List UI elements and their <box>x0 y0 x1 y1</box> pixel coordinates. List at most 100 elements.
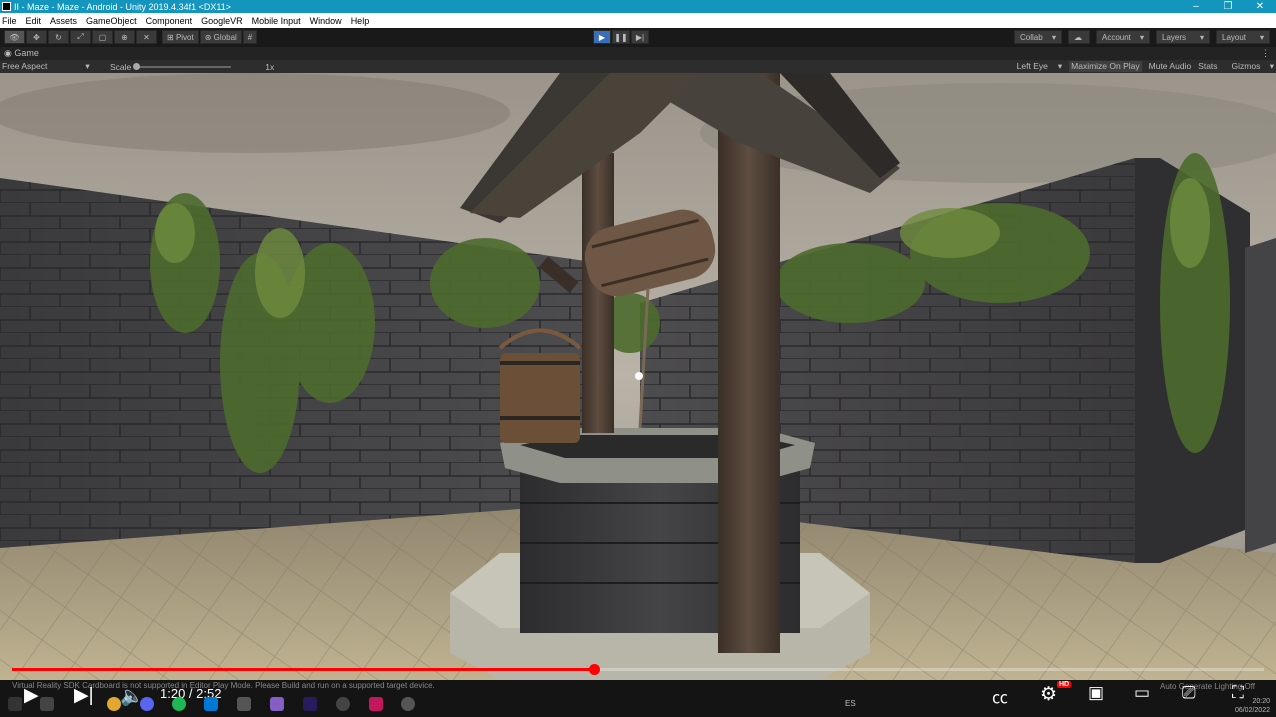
tab-menu-icon[interactable]: ⋮ <box>1261 48 1270 59</box>
tab-game[interactable]: ◉ Game <box>0 48 45 59</box>
scale-value: 1x <box>265 61 275 72</box>
menu-bar: File Edit Assets GameObject Component Go… <box>0 13 1276 28</box>
globe-icon: ⊛ <box>204 32 214 42</box>
scale-slider[interactable]: Scale 1x <box>110 62 274 72</box>
menu-gameobject[interactable]: GameObject <box>86 16 137 26</box>
eye-dropdown[interactable]: Left Eye ▾ <box>1010 61 1062 72</box>
layout-dropdown[interactable]: Layout ▾ <box>1216 30 1270 44</box>
video-progress-bar[interactable] <box>12 664 1264 675</box>
clock-date: 06/02/2022 <box>1234 707 1270 714</box>
mute-audio-toggle[interactable]: Mute Audio <box>1149 61 1192 72</box>
grid-snap-icon[interactable]: # <box>242 30 258 44</box>
theater-mode-icon[interactable]: ▭ <box>1134 683 1150 703</box>
gamepad-icon: ◉ <box>4 48 15 58</box>
start-icon[interactable] <box>8 697 22 711</box>
collab-dropdown[interactable]: Collab ▾ <box>1014 30 1062 44</box>
scale-track[interactable] <box>133 62 232 70</box>
settings-gear-icon[interactable]: ⚙ <box>1040 683 1057 706</box>
layout-label: Layout <box>1222 32 1247 42</box>
stats-toggle[interactable]: Stats <box>1198 61 1217 72</box>
unity-icon <box>2 2 11 11</box>
menu-help[interactable]: Help <box>351 16 370 26</box>
pivot-label: Pivot <box>175 32 194 42</box>
menu-assets[interactable]: Assets <box>50 16 77 26</box>
task-view-icon[interactable] <box>40 697 54 711</box>
collab-label: Collab <box>1020 32 1043 42</box>
chevron-down-icon: ▾ <box>1057 61 1063 71</box>
menu-edit[interactable]: Edit <box>26 16 42 26</box>
transform-tool-icon[interactable]: ⊕ <box>114 30 135 44</box>
pause-button[interactable]: ❚❚ <box>612 30 630 44</box>
settings-taskbar-icon[interactable] <box>401 697 415 711</box>
chevron-down-icon: ▾ <box>1259 32 1264 42</box>
chevron-down-icon: ▾ <box>1051 32 1056 42</box>
chevron-down-icon: ▾ <box>1267 61 1274 71</box>
menu-mobile-input[interactable]: Mobile Input <box>252 16 301 26</box>
aspect-label: Free Aspect <box>2 61 48 71</box>
play-button[interactable]: ▶ <box>593 30 611 44</box>
clock-time: 20:20 <box>1252 698 1270 705</box>
move-tool-icon[interactable]: ✥ <box>26 30 47 44</box>
menu-component[interactable]: Component <box>146 16 193 26</box>
scale-tool-icon[interactable]: ⤢ <box>70 30 91 44</box>
pivot-toggle[interactable]: ⊞ Pivot <box>162 30 199 44</box>
cloud-icon: ☁ <box>1074 32 1082 42</box>
video-controls: Virtual Reality SDK Cardboard is not sup… <box>0 680 1276 717</box>
tab-game-label: Game <box>14 48 39 58</box>
premiere-icon[interactable] <box>303 697 317 711</box>
game-tab-bar: ◉ Game ⋮ <box>0 47 1276 60</box>
scale-label: Scale <box>110 61 132 72</box>
game-view-toolbar: Free Aspect ▾ Scale 1x Left Eye ▾ Maximize… <box>0 60 1276 73</box>
cloud-button[interactable]: ☁ <box>1068 30 1090 44</box>
next-icon[interactable]: ▶| <box>74 684 94 707</box>
spotify-icon[interactable] <box>172 697 186 711</box>
app-icon[interactable] <box>369 697 383 711</box>
scale-knob[interactable] <box>133 62 141 70</box>
maximize-icon[interactable]: ❐ <box>1212 1 1244 12</box>
window-titlebar: II - Maze - Maze - Android - Unity 2019.… <box>0 0 1276 13</box>
vscode-icon[interactable] <box>204 697 218 711</box>
layers-dropdown[interactable]: Layers ▾ <box>1156 30 1210 44</box>
chrome-icon[interactable] <box>107 697 121 711</box>
hd-badge: HD <box>1057 681 1072 688</box>
chevron-down-icon: ▾ <box>1199 32 1204 42</box>
step-button[interactable]: ▶| <box>631 30 649 44</box>
menu-window[interactable]: Window <box>310 16 342 26</box>
menu-googlevr[interactable]: GoogleVR <box>201 16 243 26</box>
game-viewport[interactable] <box>0 73 1276 680</box>
maze-scene <box>0 73 1276 680</box>
system-clock: 20:20 06/02/2022 <box>1235 697 1270 715</box>
unity-hub-icon[interactable] <box>336 697 350 711</box>
pivot-icon: ⊞ <box>167 32 176 42</box>
rotate-tool-icon[interactable]: ↻ <box>48 30 69 44</box>
menu-file[interactable]: File <box>2 16 17 26</box>
account-dropdown[interactable]: Account ▾ <box>1096 30 1150 44</box>
play-icon[interactable]: ▶ <box>24 684 39 707</box>
chevron-down-icon: ▾ <box>85 61 90 71</box>
visual-studio-icon[interactable] <box>270 697 284 711</box>
minimize-icon[interactable]: – <box>1180 1 1212 12</box>
gizmos-dropdown[interactable]: Gizmos ▾ <box>1225 61 1274 72</box>
cast-icon[interactable]: ⎚ <box>1182 683 1196 703</box>
chevron-down-icon: ▾ <box>1139 32 1144 42</box>
aspect-dropdown[interactable]: Free Aspect ▾ <box>2 61 90 72</box>
maximize-on-play-toggle[interactable]: Maximize On Play <box>1069 61 1142 72</box>
language-indicator[interactable]: ES <box>845 699 856 708</box>
account-label: Account <box>1102 32 1131 42</box>
hand-tool-icon[interactable]: 👁 <box>4 30 25 44</box>
rect-tool-icon[interactable]: ▢ <box>92 30 113 44</box>
window-title: II - Maze - Maze - Android - Unity 2019.… <box>14 1 231 12</box>
captions-icon[interactable]: ㏄ <box>992 684 1008 708</box>
unity-taskbar-icon[interactable] <box>237 697 251 711</box>
discord-icon[interactable] <box>140 697 154 711</box>
custom-tool-icon[interactable]: ✕ <box>136 30 157 44</box>
global-toggle[interactable]: ⊛ Global <box>199 30 242 44</box>
global-label: Global <box>213 32 237 42</box>
progress-fill <box>12 668 595 671</box>
main-toolbar: 👁 ✥ ↻ ⤢ ▢ ⊕ ✕ ⊞ Pivot ⊛ Global # ▶ ❚❚ ▶|… <box>0 28 1276 47</box>
close-icon[interactable]: ✕ <box>1244 1 1276 12</box>
miniplayer-icon[interactable]: ▣ <box>1088 683 1104 703</box>
layers-label: Layers <box>1162 32 1187 42</box>
eye-label: Left Eye <box>1016 61 1048 71</box>
gizmos-label: Gizmos <box>1231 61 1261 71</box>
